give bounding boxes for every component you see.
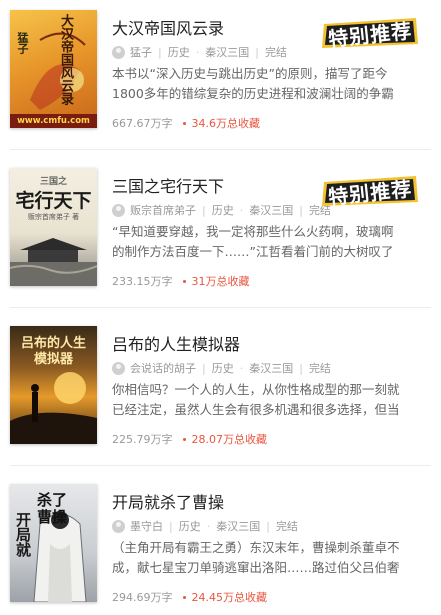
book-cover[interactable]: 三国之 宅行天下 贩宗首席弟子 著: [10, 168, 97, 286]
author-avatar-icon: [112, 361, 125, 375]
book-title[interactable]: 大汉帝国风云录: [112, 15, 224, 39]
divider: [10, 465, 431, 466]
favorites-count: 31万总收藏: [191, 275, 250, 288]
book-list: 大汉帝国风云录 猛子 www.cmfu.com 大汉帝国风云录 猛子 | 历史 …: [0, 0, 441, 615]
book-meta: 猛子 | 历史 · 秦汉三国 | 完结: [112, 44, 287, 60]
book-cover[interactable]: 大汉帝国风云录 猛子 www.cmfu.com: [10, 10, 97, 128]
book-card[interactable]: 三国之 宅行天下 贩宗首席弟子 著 三国之宅行天下 贩宗首席弟子 | 历史 · …: [0, 158, 441, 298]
subcategory[interactable]: 秦汉三国: [205, 44, 249, 60]
book-description: 你相信吗？一个人的人生，从你性格成型的那一刻就已经注定，虽然人生会有很多机遇和很…: [112, 382, 400, 417]
subcategory[interactable]: 秦汉三国: [249, 202, 293, 218]
dot-icon: [182, 279, 186, 283]
cover-title-right: 杀了曹操: [36, 491, 67, 526]
cover-art: [30, 32, 86, 110]
badge-shape: [322, 18, 418, 48]
dot-icon: [182, 595, 186, 599]
book-title[interactable]: 开局就杀了曹操: [112, 489, 224, 513]
author-name[interactable]: 会说话的胡子: [130, 360, 196, 376]
cover-site: www.cmfu.com: [10, 114, 97, 128]
book-stats: 294.69万字 24.45万总收藏: [112, 589, 267, 605]
subcategory[interactable]: 秦汉三国: [216, 518, 260, 534]
book-description: （主角开局有霸王之勇）东汉末年，曹操刺杀董卓不成，献七星宝刀单骑逃窜出洛阳……路…: [112, 540, 400, 575]
cover-author: 猛子: [16, 32, 29, 54]
book-card[interactable]: 开局就 杀了曹操 开局就杀了曹操 墨守白 | 历史 · 秦汉三国 | 完结 （主…: [0, 474, 441, 614]
divider: [10, 149, 431, 150]
badge-shape: [322, 176, 418, 206]
word-count: 225.79万字: [112, 433, 173, 446]
status: 完结: [308, 362, 331, 375]
author-avatar-icon: [112, 519, 125, 533]
book-stats: 225.79万字 28.07万总收藏: [112, 431, 267, 447]
book-card[interactable]: 大汉帝国风云录 猛子 www.cmfu.com 大汉帝国风云录 猛子 | 历史 …: [0, 0, 441, 140]
book-card[interactable]: 吕布的人生模拟器 吕布的人生模拟器 会说话的胡子 | 历史 · 秦汉三国 | 完…: [0, 316, 441, 456]
status: 完结: [275, 520, 298, 533]
author-name[interactable]: 猛子: [130, 44, 152, 60]
word-count: 294.69万字: [112, 591, 173, 604]
category[interactable]: 历史: [212, 360, 234, 376]
word-count: 667.67万字: [112, 117, 173, 130]
book-title[interactable]: 吕布的人生模拟器: [112, 331, 240, 355]
cover-author: 贩宗首席弟子 著: [27, 213, 80, 221]
cover-title: 宅行天下: [15, 190, 92, 212]
book-description: “早知道要穿越，我一定将那些什么火药啊，玻璃啊的制作方法百度一下……”江哲看着门…: [112, 224, 394, 259]
featured-badge: 特别推荐: [320, 174, 420, 209]
book-meta: 贩宗首席弟子 | 历史 · 秦汉三国 | 完结: [112, 202, 331, 218]
book-description: 本书以“深入历史与跳出历史”的原则，描写了距今1800多年的错综复杂的历史进程和…: [112, 66, 394, 101]
favorites-count: 24.45万总收藏: [191, 591, 268, 604]
dot-icon: [182, 437, 186, 441]
featured-badge: 特别推荐: [320, 16, 420, 51]
favorites-count: 34.6万总收藏: [191, 117, 261, 130]
favorites-count: 28.07万总收藏: [191, 433, 268, 446]
author-name[interactable]: 贩宗首席弟子: [130, 202, 196, 218]
book-stats: 667.67万字 34.6万总收藏: [112, 115, 260, 131]
book-stats: 233.15万字 31万总收藏: [112, 273, 250, 289]
subcategory[interactable]: 秦汉三国: [249, 360, 293, 376]
word-count: 233.15万字: [112, 275, 173, 288]
cover-title: 吕布的人生模拟器: [20, 336, 86, 367]
author-avatar-icon: [112, 203, 125, 217]
cover-title: 大汉帝国风云录: [58, 14, 73, 105]
category[interactable]: 历史: [179, 518, 201, 534]
divider: [10, 307, 431, 308]
status: 完结: [264, 46, 287, 59]
category[interactable]: 历史: [212, 202, 234, 218]
author-avatar-icon: [112, 45, 125, 59]
book-cover[interactable]: 吕布的人生模拟器: [10, 326, 97, 444]
dot-icon: [182, 121, 186, 125]
author-name[interactable]: 墨守白: [130, 518, 163, 534]
book-title[interactable]: 三国之宅行天下: [112, 173, 224, 197]
cover-title-left: 开局就: [14, 512, 32, 557]
book-cover[interactable]: 开局就 杀了曹操: [10, 484, 97, 602]
category[interactable]: 历史: [168, 44, 190, 60]
book-meta: 墨守白 | 历史 · 秦汉三国 | 完结: [112, 518, 298, 534]
book-meta: 会说话的胡子 | 历史 · 秦汉三国 | 完结: [112, 360, 331, 376]
